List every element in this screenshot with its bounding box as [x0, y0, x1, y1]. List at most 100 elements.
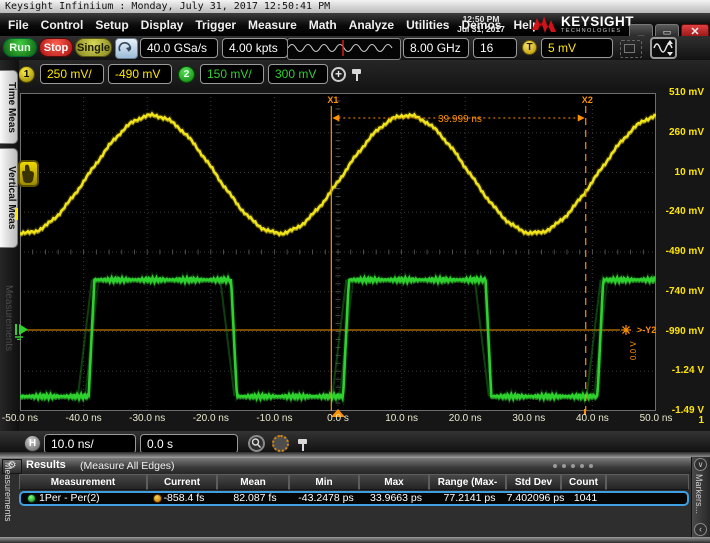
single-button[interactable]: Single: [75, 38, 112, 57]
y-tick-label: -240 mV: [656, 206, 704, 217]
zoom-search-button[interactable]: [248, 435, 265, 452]
menu-trigger[interactable]: Trigger: [195, 18, 236, 32]
menu-math[interactable]: Math: [309, 18, 337, 32]
timebase-position-field[interactable]: 0.0 s: [140, 434, 238, 454]
menu-analyze[interactable]: Analyze: [349, 18, 394, 32]
x-tick-label: 30.0 ns: [503, 413, 555, 424]
waveform-display[interactable]: >-Y2 0.0 V X1 X2 39.999 ns: [20, 93, 656, 411]
tab-time-meas[interactable]: Time Meas: [0, 70, 18, 144]
column-header-measurement[interactable]: Measurement: [19, 474, 147, 490]
trigger-level-field[interactable]: 5 mV: [541, 38, 613, 58]
column-header-std-dev[interactable]: Std Dev: [506, 474, 561, 490]
channel2-badge[interactable]: 2: [178, 66, 195, 83]
column-header-range-max-min-[interactable]: Range (Max-Min): [429, 474, 506, 490]
channel1-offset-field[interactable]: -490 mV: [108, 64, 172, 84]
x-tick-label: 10.0 ns: [376, 413, 428, 424]
measurement-name: 1Per - Per(2): [39, 493, 151, 504]
ch1-ground-handle[interactable]: [18, 160, 39, 187]
column-header-count[interactable]: Count: [561, 474, 606, 490]
intensity-button[interactable]: [272, 435, 289, 452]
measurements-watermark: Measurements: [3, 285, 14, 351]
measurement-value: 1041: [541, 493, 631, 504]
waveform-preview-icon: [288, 39, 398, 57]
run-button[interactable]: Run: [3, 38, 37, 57]
timebase-scale-field[interactable]: 10.0 ns/: [44, 434, 136, 454]
keysight-logo: KEYSIGHT TECHNOLOGIES: [531, 14, 634, 34]
collapse-left-button[interactable]: ‹: [694, 523, 707, 536]
hand-icon: [20, 162, 37, 185]
y-tick-label: 10 mV: [656, 167, 704, 178]
channel2-offset-field[interactable]: 300 mV: [268, 64, 328, 84]
x-tick-label: -20.0 ns: [185, 413, 237, 424]
right-tab-strip: ∨ Markers... ‹: [691, 457, 710, 537]
x-tick-label: 40.0 ns: [566, 413, 618, 424]
column-header-filler: [606, 474, 689, 490]
y-tick-label: -1.24 V: [656, 365, 704, 376]
magnifier-icon: [250, 437, 263, 450]
x-tick-label: 20.0 ns: [439, 413, 491, 424]
memory-depth-field[interactable]: 4.00 kpts: [222, 38, 288, 58]
ground-arrow-icon: [14, 322, 30, 340]
acquisition-toolbar: Run Stop Single 40.0 GSa/s 4.00 kpts 8.0…: [0, 36, 710, 60]
column-header-min[interactable]: Min: [289, 474, 359, 490]
add-channel-button[interactable]: +: [331, 67, 346, 82]
pin-icon[interactable]: [352, 69, 361, 74]
menu-display[interactable]: Display: [141, 18, 184, 32]
y2-marker-label: >-Y2: [637, 325, 656, 335]
window-titlebar: Keysight Infiniium : Monday, July 31, 20…: [0, 0, 710, 13]
clear-display-button[interactable]: [115, 38, 138, 59]
clock-time: 12:50 PM: [438, 14, 524, 24]
sample-rate-field[interactable]: 40.0 GSa/s: [140, 38, 218, 58]
brand-name: KEYSIGHT: [561, 15, 634, 28]
y-tick-label: -490 mV: [656, 246, 704, 257]
window-title: Keysight Infiniium : Monday, July 31, 20…: [5, 1, 330, 12]
bandwidth-field[interactable]: 8.00 GHz: [403, 38, 469, 58]
autoscale-button[interactable]: [650, 37, 677, 59]
y2-marker-value: 0.0 V: [629, 341, 638, 360]
x-tick-label: -40.0 ns: [58, 413, 110, 424]
curved-arrow-icon: [116, 39, 135, 56]
clock-date: Jul 31, 2017: [438, 24, 524, 34]
delta-arrow-right: [578, 115, 585, 122]
acq-count-field[interactable]: 16: [473, 38, 517, 58]
channel1-scale-field[interactable]: 250 mV/: [40, 64, 104, 84]
measurement-row[interactable]: 1Per - Per(2) -858.4 fs82.087 fs-43.2478…: [19, 491, 689, 506]
x-tick-label: 50.0 ns: [630, 413, 682, 424]
horizontal-badge[interactable]: H: [24, 435, 41, 452]
x-tick-label: -30.0 ns: [121, 413, 173, 424]
column-header-mean[interactable]: Mean: [217, 474, 289, 490]
stop-button[interactable]: Stop: [39, 38, 73, 57]
measurements-side-tab[interactable]: Measurements: [3, 462, 13, 522]
channel-bar: 1 250 mV/ -490 mV 2 150 mV/ 300 mV +: [0, 60, 710, 90]
menu-setup[interactable]: Setup: [95, 18, 128, 32]
ch2-ground-marker[interactable]: [14, 322, 30, 345]
x2-marker-label: X2: [582, 95, 593, 105]
clock: 12:50 PM Jul 31, 2017: [438, 14, 524, 34]
y-tick-label: 260 mV: [656, 127, 704, 138]
keysight-spark-icon: [531, 14, 557, 34]
channel1-badge[interactable]: 1: [18, 66, 35, 83]
trigger-badge[interactable]: T: [522, 40, 537, 55]
window-bottom-edge: [0, 537, 710, 543]
results-column-headers: MeasurementCurrentMeanMinMaxRange (Max-M…: [19, 457, 690, 490]
menu-control[interactable]: Control: [41, 18, 84, 32]
column-header-max[interactable]: Max: [359, 474, 429, 490]
results-panel: ⚙ Results (Measure All Edges) Measuremen…: [0, 457, 710, 537]
tab-vertical-meas[interactable]: Vertical Meas: [0, 148, 18, 248]
delta-arrow-left: [332, 115, 339, 122]
column-header-current[interactable]: Current: [147, 474, 217, 490]
collapse-down-button[interactable]: ∨: [694, 458, 707, 471]
menu-measure[interactable]: Measure: [248, 18, 297, 32]
delta-time-readout: 39.999 ns: [438, 114, 482, 125]
y-tick-label: -740 mV: [656, 286, 704, 297]
oscilloscope-app: Keysight Infiniium : Monday, July 31, 20…: [0, 0, 710, 543]
hbar-pin-icon[interactable]: [298, 439, 307, 444]
menu-file[interactable]: File: [8, 18, 29, 32]
zoom-region-icon[interactable]: [620, 40, 642, 58]
channel2-scale-field[interactable]: 150 mV/: [200, 64, 264, 84]
markers-side-tab[interactable]: Markers...: [694, 474, 704, 514]
left-tab-strip: Time Meas Vertical Meas Measurements: [0, 60, 19, 458]
x1-marker-label: X1: [327, 95, 338, 105]
x-tick-label: 0.0 s: [312, 413, 364, 424]
y-tick-label: 510 mV: [656, 87, 704, 98]
